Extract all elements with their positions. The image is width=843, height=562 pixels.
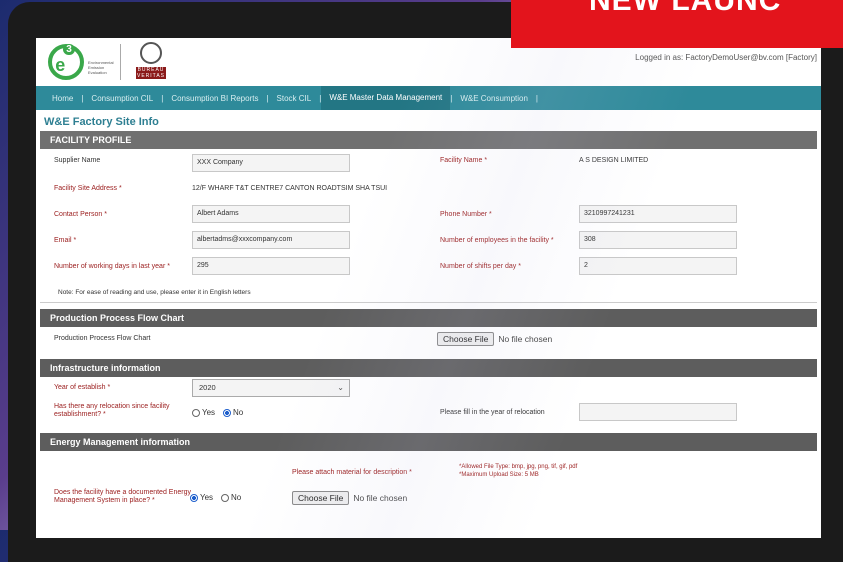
row-energy: Please attach material for description *… [36, 451, 821, 511]
year-establish-value: 2020 [199, 383, 216, 392]
phone-number-field[interactable]: 3210997241231 [579, 205, 737, 223]
production-choose-file-button[interactable]: Choose File [437, 332, 495, 346]
ems-label: Does the facility have a documented Ener… [54, 489, 191, 504]
facility-name-value: A S DESIGN LIMITED [579, 157, 649, 164]
nav-consumption-cil[interactable]: Consumption CIL [83, 94, 161, 103]
relocation-yes-label: Yes [202, 408, 216, 417]
bv-logo-text: BUREAU VERITAS [136, 67, 166, 79]
bureau-veritas-logo: BUREAU VERITAS [136, 42, 166, 82]
row-production: Production Process Flow Chart Choose Fil… [36, 327, 821, 353]
nav-we-consumption[interactable]: W&E Consumption [452, 94, 536, 103]
relocation-no-label: No [233, 408, 244, 417]
year-establish-select[interactable]: 2020 ⌄ [192, 379, 350, 397]
production-no-file-text: No file chosen [498, 334, 553, 344]
ems-file-upload: Choose File No file chosen [292, 491, 407, 505]
employees-field[interactable]: 308 [579, 231, 737, 249]
facility-profile-heading: FACILITY PROFILE [40, 131, 817, 149]
upload-constraints: *Allowed File Type: bmp, jpg, png, tif, … [459, 463, 577, 479]
ems-no-radio[interactable] [221, 494, 230, 503]
nav-consumption-bi-reports[interactable]: Consumption BI Reports [163, 94, 266, 103]
ems-no-label: No [231, 493, 242, 502]
email-field[interactable]: albertadms@xxxcompany.com [192, 231, 350, 249]
relocation-yes-radio[interactable] [192, 409, 200, 418]
facility-name-label: Facility Name * [440, 157, 488, 164]
working-days-label: Number of working days in last year * [54, 263, 170, 270]
nav-master-data-management[interactable]: W&E Master Data Management [321, 86, 451, 110]
ems-yes-radio[interactable] [190, 494, 198, 503]
nav-separator: | [535, 93, 538, 103]
english-letters-note: Note: For ease of reading and use, pleas… [40, 281, 817, 303]
row-working-days: Number of working days in last year * 29… [36, 255, 821, 281]
employees-label: Number of employees in the facility * [440, 237, 554, 244]
phone-number-label: Phone Number * [440, 211, 492, 218]
relocation-no-radio[interactable] [223, 409, 232, 418]
contact-person-field[interactable]: Albert Adams [192, 205, 350, 223]
supplier-name-field[interactable]: XXX Company [192, 154, 350, 172]
row-relocation: Has there any relocation since facility … [36, 401, 821, 429]
nav-home[interactable]: Home [44, 94, 81, 103]
working-days-field[interactable]: 295 [192, 257, 350, 275]
production-file-upload: Choose File No file chosen [437, 332, 552, 346]
relocation-label: Has there any relocation since facility … [54, 403, 170, 418]
shifts-field[interactable]: 2 [579, 257, 737, 275]
year-establish-label: Year of establish * [54, 384, 111, 391]
ems-choose-file-button[interactable]: Choose File [292, 491, 350, 505]
infrastructure-heading: Infrastructure information [40, 359, 817, 377]
row-contact: Contact Person * Albert Adams Phone Numb… [36, 203, 821, 229]
facility-address-value: 12/F WHARF T&T CENTRE7 CANTON ROADTSIM S… [192, 185, 388, 192]
logo-subtitle: Environmental Emission Evaluation [88, 60, 114, 75]
row-address: Facility Site Address * 12/F WHARF T&T C… [36, 177, 821, 203]
main-nav: Home | Consumption CIL | Consumption BI Re… [36, 86, 821, 110]
app-screen: e3 Environmental Emission Evaluation BUR… [36, 38, 821, 538]
new-launch-banner: NEW LAUNC [511, 0, 843, 48]
logo-divider [120, 44, 121, 80]
ems-radio-group: Yes No [190, 493, 247, 503]
chevron-down-icon: ⌄ [337, 383, 344, 392]
contact-person-label: Contact Person * [54, 211, 107, 218]
production-heading: Production Process Flow Chart [40, 309, 817, 327]
nav-stock-cil[interactable]: Stock CIL [269, 94, 320, 103]
ems-yes-label: Yes [200, 493, 214, 502]
email-label: Email * [54, 237, 77, 244]
page-title: W&E Factory Site Info [44, 116, 159, 128]
row-email: Email * albertadms@xxxcompany.com Number… [36, 229, 821, 255]
supplier-name-label: Supplier Name [54, 157, 101, 164]
e3-logo: e3 [48, 44, 84, 80]
bv-seal-icon [140, 42, 162, 64]
relocation-radio-group: Yes No [192, 408, 249, 418]
facility-address-label: Facility Site Address * [54, 185, 122, 192]
allowed-file-types: *Allowed File Type: bmp, jpg, png, tif, … [459, 464, 578, 470]
max-upload-size: *Maximum Upload Size: 5 MB [459, 472, 539, 478]
row-supplier: Supplier Name XXX Company Facility Name … [36, 149, 821, 177]
relocation-year-field[interactable] [579, 403, 737, 421]
row-year-establish: Year of establish * 2020 ⌄ [36, 377, 821, 401]
login-status: Logged in as: FactoryDemoUser@bv.com [Fa… [635, 53, 817, 62]
attach-material-label: Please attach material for description * [292, 469, 412, 476]
energy-heading: Energy Management information [40, 433, 817, 451]
relocation-year-label: Please fill in the year of relocation [440, 409, 545, 416]
ems-no-file-text: No file chosen [353, 493, 408, 503]
production-chart-label: Production Process Flow Chart [54, 335, 151, 342]
shifts-label: Number of shifts per day * [440, 263, 521, 270]
